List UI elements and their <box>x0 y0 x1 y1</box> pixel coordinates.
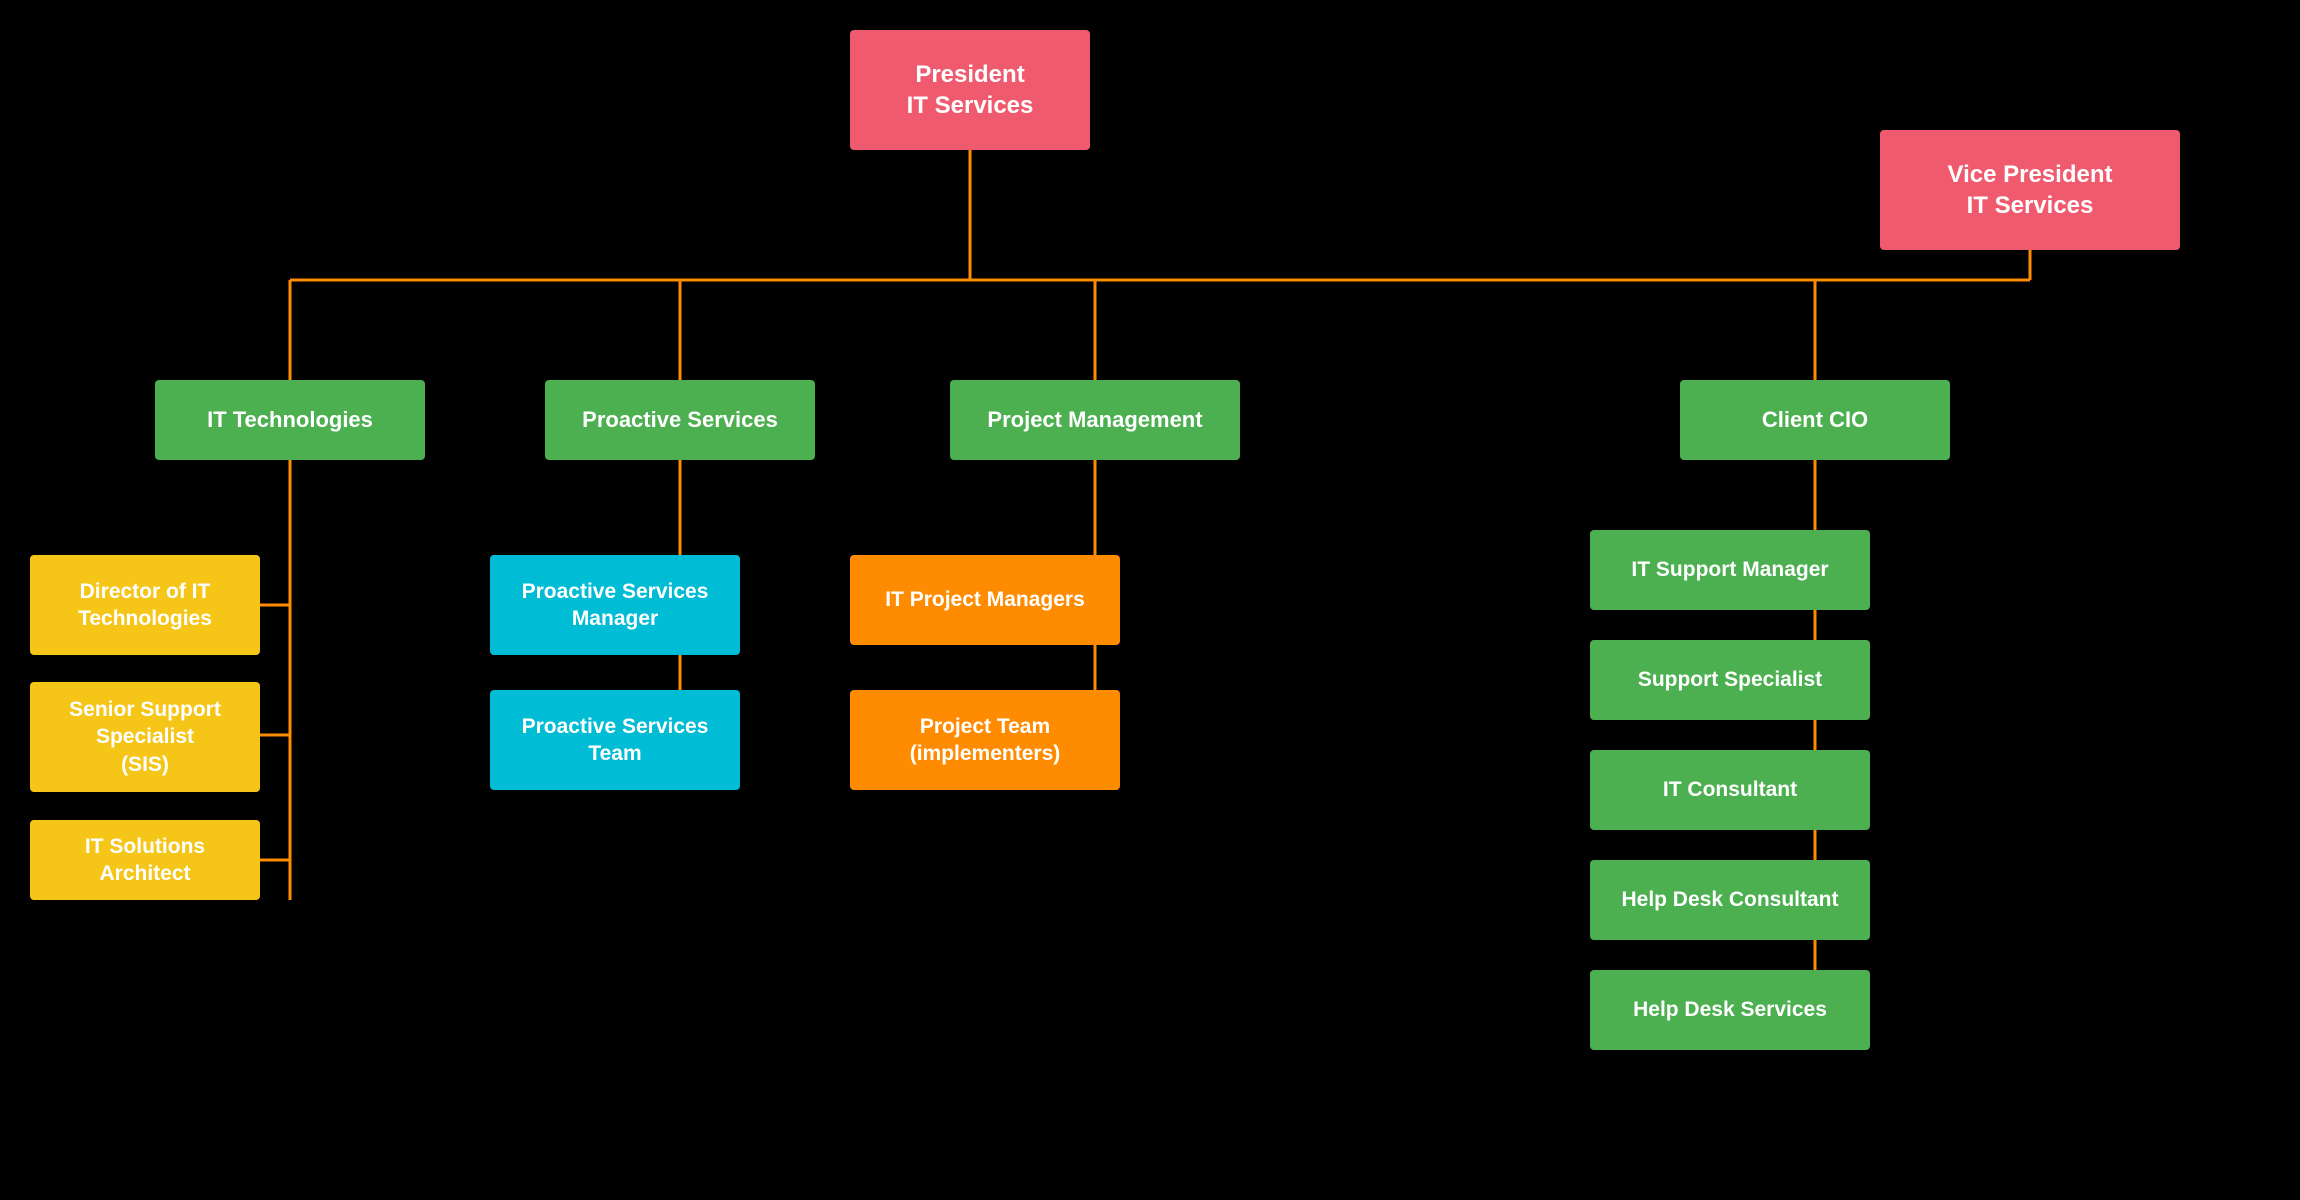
dir-it-tech-node: Director of ITTechnologies <box>30 555 260 655</box>
help-desk-services-node: Help Desk Services <box>1590 970 1870 1050</box>
proactive-services-manager-node: Proactive ServicesManager <box>490 555 740 655</box>
vp-node: Vice PresidentIT Services <box>1880 130 2180 250</box>
org-chart: PresidentIT Services Vice PresidentIT Se… <box>0 0 2300 1200</box>
it-project-managers-node: IT Project Managers <box>850 555 1120 645</box>
it-solutions-architect-node: IT Solutions Architect <box>30 820 260 900</box>
senior-support-node: Senior SupportSpecialist(SIS) <box>30 682 260 792</box>
proactive-services-node: Proactive Services <box>545 380 815 460</box>
it-consultant-node: IT Consultant <box>1590 750 1870 830</box>
it-technologies-node: IT Technologies <box>155 380 425 460</box>
help-desk-consultant-node: Help Desk Consultant <box>1590 860 1870 940</box>
support-specialist-node: Support Specialist <box>1590 640 1870 720</box>
president-node: PresidentIT Services <box>850 30 1090 150</box>
proactive-services-team-node: Proactive ServicesTeam <box>490 690 740 790</box>
project-team-node: Project Team(implementers) <box>850 690 1120 790</box>
project-management-node: Project Management <box>950 380 1240 460</box>
client-cio-node: Client CIO <box>1680 380 1950 460</box>
it-support-manager-node: IT Support Manager <box>1590 530 1870 610</box>
